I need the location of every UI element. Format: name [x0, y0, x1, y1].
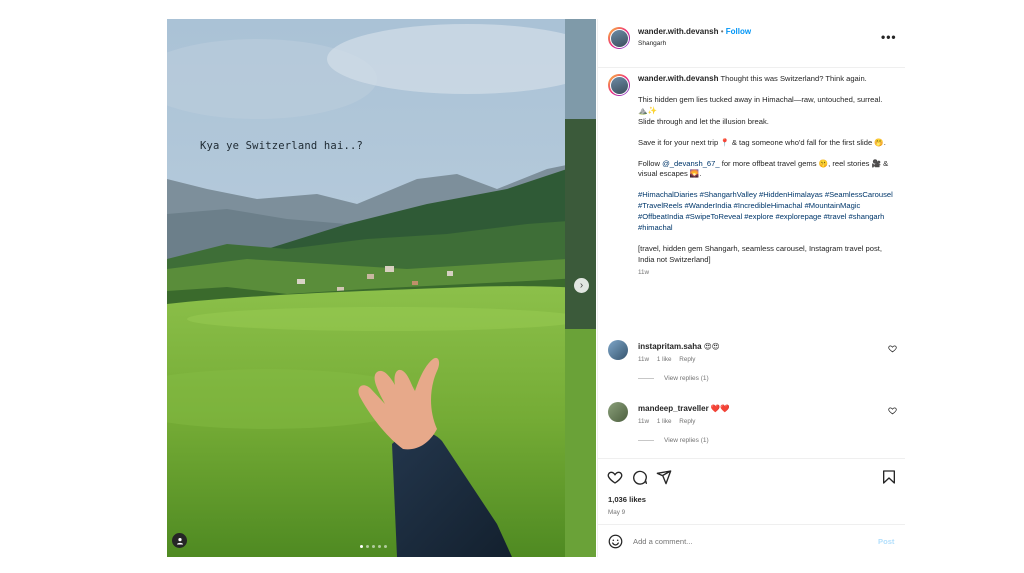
- like-comment-icon[interactable]: [888, 406, 897, 415]
- comment-likes[interactable]: 1 like: [657, 356, 672, 363]
- landscape-image: [167, 19, 596, 557]
- hashtags[interactable]: #HimachalDiaries #ShangarhValley #Hidden…: [638, 190, 900, 234]
- author-avatar[interactable]: [608, 27, 630, 49]
- post-photo[interactable]: Kya ye Switzerland hai..? ›: [167, 19, 596, 557]
- view-replies-label: View replies (1): [664, 437, 709, 444]
- comment-likes[interactable]: 1 like: [657, 418, 672, 425]
- commenter-avatar[interactable]: [608, 340, 628, 360]
- comment-item: instapritam.saha 😍😍 11w 1 like Reply Vie…: [608, 340, 898, 390]
- caption-para3: Save it for your next trip 📍 & tag someo…: [638, 137, 886, 147]
- carousel-indicator: [360, 545, 387, 548]
- comment-meta: 11w 1 like Reply: [638, 356, 701, 363]
- reply-button[interactable]: Reply: [679, 356, 695, 363]
- reply-button[interactable]: Reply: [679, 418, 695, 425]
- next-slide-button[interactable]: ›: [574, 278, 589, 293]
- post-date: May 9: [608, 509, 626, 516]
- caption-bracket: [travel, hidden gem Shangarh, seamless c…: [638, 243, 882, 264]
- commenter-username[interactable]: mandeep_traveller: [638, 404, 709, 413]
- post-caption: wander.with.devansh Thought this was Swi…: [638, 74, 900, 279]
- person-icon: [176, 537, 183, 544]
- caption-username[interactable]: wander.with.devansh: [638, 74, 718, 83]
- photo-overlay-text: Kya ye Switzerland hai..?: [200, 140, 364, 152]
- comment-text: 😍😍: [703, 342, 720, 351]
- caption-para4: Follow @_devansh_67_ for more offbeat tr…: [638, 159, 900, 181]
- separator-dot: •: [720, 27, 724, 36]
- more-options-icon[interactable]: •••: [881, 30, 897, 44]
- emoji-icon[interactable]: [608, 534, 623, 549]
- comment-input[interactable]: [633, 537, 833, 546]
- location-link[interactable]: Shangarh: [638, 40, 666, 47]
- post-header: wander.with.devansh • Follow Shangarh ••…: [598, 19, 905, 68]
- commenter-avatar[interactable]: [608, 402, 628, 422]
- carousel-dot: [372, 545, 375, 548]
- likes-count[interactable]: 1,036 likes: [608, 495, 646, 504]
- chevron-right-icon: ›: [579, 280, 584, 291]
- carousel-dot: [378, 545, 381, 548]
- caption-line1: Thought this was Switzerland? Think agai…: [720, 74, 867, 83]
- comments-scroll-area[interactable]: wander.with.devansh Thought this was Swi…: [598, 68, 905, 458]
- comment-text-row: instapritam.saha 😍😍: [638, 342, 720, 351]
- view-replies-button[interactable]: View replies (1): [638, 375, 709, 382]
- bookmark-icon[interactable]: [881, 469, 897, 485]
- comment-age: 11w: [638, 418, 650, 425]
- caption-para2: This hidden gem lies tucked away in Hima…: [638, 94, 883, 115]
- mention-link[interactable]: @_devansh_67_: [662, 159, 720, 168]
- post-comment-button[interactable]: Post: [878, 537, 894, 546]
- heart-icon[interactable]: [607, 469, 623, 485]
- caption-para4-prefix: Follow: [638, 158, 663, 168]
- follow-button[interactable]: Follow: [726, 27, 751, 36]
- comment-icon[interactable]: [632, 469, 648, 485]
- carousel-dot: [360, 545, 363, 548]
- caption-avatar[interactable]: [608, 74, 630, 96]
- header-name-row: wander.with.devansh • Follow: [638, 27, 751, 36]
- view-replies-label: View replies (1): [664, 375, 709, 382]
- like-comment-icon[interactable]: [888, 344, 897, 353]
- author-username[interactable]: wander.with.devansh: [638, 27, 718, 36]
- comment-age: 11w: [638, 356, 650, 363]
- comment-item: mandeep_traveller ❤️❤️ 11w 1 like Reply …: [608, 402, 898, 452]
- comment-text-row: mandeep_traveller ❤️❤️: [638, 404, 730, 413]
- commenter-username[interactable]: instapritam.saha: [638, 342, 702, 351]
- post-details-panel: wander.with.devansh • Follow Shangarh ••…: [597, 19, 905, 558]
- caption-para2b: Slide through and let the illusion break…: [638, 116, 769, 126]
- share-icon[interactable]: [656, 469, 672, 485]
- add-comment-bar: Post: [598, 524, 905, 558]
- caption-age: 11w: [638, 268, 650, 276]
- comment-meta: 11w 1 like Reply: [638, 418, 701, 425]
- carousel-dot: [366, 545, 369, 548]
- comment-text: ❤️❤️: [710, 404, 730, 413]
- tagged-users-button[interactable]: [172, 533, 187, 548]
- post-actions: 1,036 likes May 9: [598, 458, 905, 525]
- carousel-dot: [384, 545, 387, 548]
- post-modal: Kya ye Switzerland hai..? › wander.with.…: [167, 19, 905, 558]
- view-replies-button[interactable]: View replies (1): [638, 437, 709, 444]
